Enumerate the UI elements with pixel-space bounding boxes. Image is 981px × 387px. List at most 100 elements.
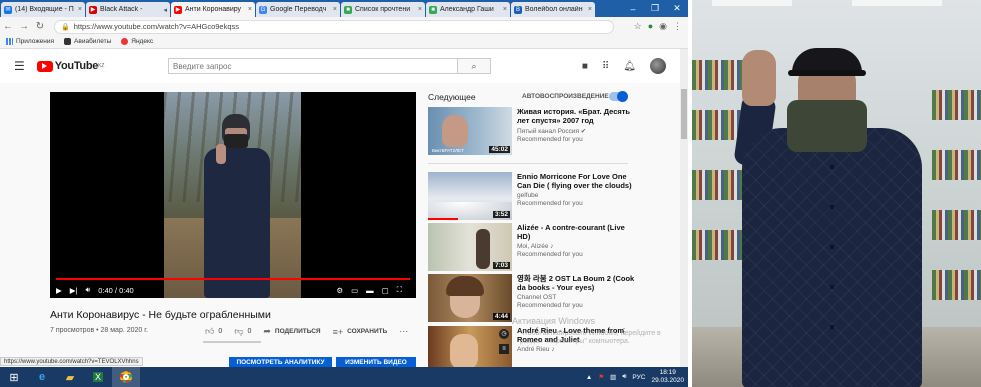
windows-logo-icon: ⊞	[9, 371, 19, 384]
search-input[interactable]: Введите запрос	[168, 58, 458, 74]
volume-icon[interactable]: 🔊︎	[86, 285, 91, 295]
close-icon[interactable]: ×	[418, 6, 422, 13]
tab-reading-list[interactable]: ■ Список прочтени ×	[341, 2, 425, 17]
up-arrow-icon[interactable]: ▲	[586, 374, 592, 381]
site-icon: B	[514, 5, 522, 14]
progress-fill	[56, 278, 410, 280]
next-icon[interactable]: ▶|	[70, 286, 78, 295]
theater-icon[interactable]: ▬	[366, 286, 374, 295]
bookmarks-bar: Приложения Авиабилеты Яндекс	[0, 36, 688, 49]
autoplay-toggle[interactable]	[609, 91, 628, 102]
thumbnail: 7:03	[428, 223, 512, 271]
tab-anti-coronavirus[interactable]: ▶ Анти Коронавиру ×	[171, 2, 255, 17]
up-next-heading: Следующее	[428, 92, 476, 102]
apps-icon[interactable]: ⠿	[602, 61, 609, 72]
close-window-icon[interactable]: ✕	[666, 3, 688, 14]
profile-icon[interactable]: ◉	[659, 21, 667, 32]
bookmark-apps[interactable]: Приложения	[6, 38, 54, 46]
internet-explorer-icon: e	[38, 371, 46, 383]
extension-icon[interactable]: ●	[648, 21, 653, 32]
recommendation-item[interactable]: 4:44 영화 라붐 2 OST La Boum 2 (Cook da book…	[428, 274, 638, 322]
cast-icon[interactable]: ▢	[382, 286, 389, 295]
star-icon[interactable]: ☆	[634, 21, 642, 32]
tab-google-translate[interactable]: G Google Переводч ×	[256, 2, 340, 17]
close-icon[interactable]: ×	[248, 6, 252, 13]
taskbar-explorer[interactable]: ▰	[56, 367, 84, 387]
hamburger-icon[interactable]: ☰	[14, 59, 25, 73]
system-tray: ▲ ⚑ ▥ 🔊︎ РУС 18:19 29.03.2020	[586, 369, 688, 385]
tab-inbox[interactable]: ✉ (14) Входящие - П ×	[1, 2, 85, 17]
scroll-thumb[interactable]	[681, 89, 687, 139]
search-icon: ⌕	[471, 60, 477, 71]
more-actions-button[interactable]: ⋯	[399, 326, 408, 337]
progress-bar[interactable]	[56, 278, 410, 280]
close-icon[interactable]: ×	[333, 6, 337, 13]
clock-icon[interactable]: ◷	[499, 329, 509, 339]
share-icon: ➦	[263, 326, 271, 336]
recommendation-item[interactable]: 7:03 Alizée - A contre-courant (Live HD)…	[428, 223, 638, 271]
header-actions: ■ ⠿ 🔔︎	[582, 58, 666, 74]
maximize-icon[interactable]: ❐	[644, 3, 666, 14]
recommendation-item[interactable]: ВиктБРАТ2ЛЕТ 45:02 Живая история. «Брат.…	[428, 107, 638, 155]
youtube-icon: ▶	[89, 5, 97, 14]
bookmark-aviabilety[interactable]: Авиабилеты	[64, 38, 111, 46]
search-button[interactable]: ⌕	[458, 58, 491, 74]
miniplayer-icon[interactable]: ▭	[351, 286, 358, 295]
taskbar-ie[interactable]: e	[28, 367, 56, 387]
create-video-icon[interactable]: ■	[582, 61, 588, 72]
like-button[interactable]: 👍︎ 0	[205, 326, 222, 337]
address-bar[interactable]: 🔒 https://www.youtube.com/watch?v=AHGco9…	[54, 19, 614, 34]
video-frame	[164, 92, 301, 298]
flag-icon[interactable]: ⚑	[598, 373, 604, 381]
reload-icon[interactable]: ↻	[32, 21, 48, 32]
status-url: https://www.youtube.com/watch?v=TEVOLXVh…	[0, 357, 143, 366]
minimize-icon[interactable]: –	[622, 4, 644, 14]
volume-tray-icon[interactable]: 🔊︎	[622, 373, 626, 381]
duration-badge: 45:02	[489, 146, 510, 153]
rec-title: Живая история. «Брат. Десять лет спустя»…	[517, 107, 631, 125]
player-controls: ▶ ▶| 🔊︎ 0:40 / 0:40 ⚙ ▭ ▬ ▢ ⛶	[56, 283, 410, 297]
tab-gashin[interactable]: ■ Александр Гаши ×	[426, 2, 510, 17]
more-icon: ⋯	[399, 326, 409, 336]
taskbar-excel[interactable]: X	[84, 367, 112, 387]
youtube-logo[interactable]: YouTube KZ	[36, 60, 104, 72]
start-button[interactable]: ⊞	[0, 367, 28, 387]
forward-icon[interactable]: →	[16, 21, 32, 32]
recommendation-item[interactable]: 3:52 Ennio Morricone For Love One Can Di…	[428, 172, 638, 220]
windows-taskbar: ⊞ e ▰ X ▲ ⚑ ▥ 🔊︎ РУС 18:19 29.03.2020	[0, 367, 688, 387]
rec-title: Ennio Morricone For Love One Can Die ( f…	[517, 172, 632, 190]
language-indicator[interactable]: РУС	[632, 374, 645, 381]
rec-title: 영화 라붐 2 OST La Boum 2 (Cook da books - Y…	[517, 274, 635, 292]
page-scrollbar[interactable]	[680, 49, 688, 369]
queue-icon[interactable]: ≡	[499, 344, 509, 354]
rec-reason: Recommended for you	[517, 302, 583, 309]
close-icon[interactable]: ×	[78, 6, 82, 13]
fullscreen-icon[interactable]: ⛶	[397, 285, 402, 295]
taskbar-chrome[interactable]	[112, 367, 140, 387]
notifications-icon[interactable]: 🔔︎	[623, 61, 636, 72]
back-icon[interactable]: ←	[0, 21, 16, 32]
plane-icon	[64, 38, 72, 46]
tab-black-attack[interactable]: ▶ Black Attack - ◂	[86, 2, 170, 17]
tab-volleyball[interactable]: B Волейбол онлайн ×	[511, 2, 595, 17]
speaker-icon[interactable]: ◂	[163, 6, 167, 14]
clock[interactable]: 18:19 29.03.2020	[651, 369, 684, 385]
close-icon[interactable]: ×	[588, 6, 592, 13]
save-button[interactable]: ≡+ СОХРАНИТЬ	[333, 327, 388, 337]
search-box: Введите запрос ⌕	[168, 58, 491, 74]
time-display: 0:40 / 0:40	[98, 285, 134, 295]
mail-icon: ✉	[4, 5, 12, 14]
avatar[interactable]	[650, 58, 666, 74]
settings-icon[interactable]: ⚙	[336, 286, 343, 295]
share-button[interactable]: ➦ ПОДЕЛИТЬСЯ	[263, 326, 320, 337]
thumbs-down-icon: 👎︎	[234, 326, 244, 336]
masked-man-figure	[732, 40, 932, 387]
video-player[interactable]: ▶ ▶| 🔊︎ 0:40 / 0:40 ⚙ ▭ ▬ ▢ ⛶	[50, 92, 416, 298]
dislike-button[interactable]: 👎︎ 0	[234, 326, 251, 337]
play-icon[interactable]: ▶	[56, 286, 62, 295]
windows-activation-watermark: Активация Windows	[512, 316, 595, 326]
menu-icon[interactable]: ⋮	[673, 21, 682, 32]
close-icon[interactable]: ×	[503, 6, 507, 13]
network-icon[interactable]: ▥	[610, 373, 616, 381]
bookmark-yandex[interactable]: Яндекс	[121, 38, 153, 46]
